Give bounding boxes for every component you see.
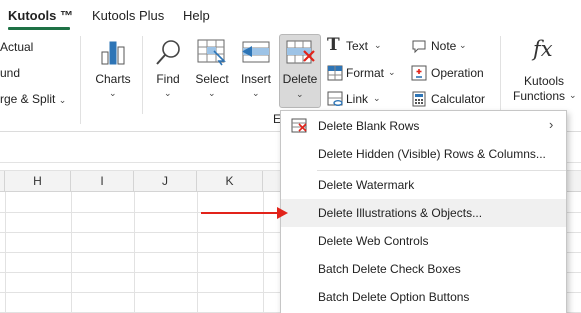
chevron-down-icon: ⌄ <box>296 89 304 99</box>
select-button[interactable]: Select ⌄ <box>191 34 233 108</box>
select-range-icon <box>197 39 226 66</box>
charts-button[interactable]: Charts ⌄ <box>92 34 134 108</box>
note-button[interactable]: Note ⌄ <box>409 36 494 56</box>
menu-item-label: Batch Delete Option Buttons <box>318 290 470 304</box>
group-separator <box>142 36 143 114</box>
delete-rows-icon <box>286 40 315 64</box>
kutools-functions-button[interactable]: fx Kutools Functions ⌄ <box>507 34 581 114</box>
calculator-button[interactable]: Calculator <box>409 89 494 109</box>
tab-kutools[interactable]: Kutools ™ <box>8 8 73 23</box>
chevron-down-icon: ⌄ <box>208 88 216 98</box>
insert-rows-icon <box>242 41 270 63</box>
menu-item-delete-illustrations-objects[interactable]: Delete Illustrations & Objects... <box>281 199 566 227</box>
chevron-down-icon: ⌄ <box>252 88 260 98</box>
chevron-down-icon: ⌄ <box>58 95 67 105</box>
text-icon: T <box>327 35 340 55</box>
menu-item-batch-delete-check-boxes[interactable]: Batch Delete Check Boxes <box>281 255 566 283</box>
ribbon-item-actual[interactable]: Actual <box>0 40 33 54</box>
menu-item-delete-web-controls[interactable]: Delete Web Controls <box>281 227 566 255</box>
delete-dropdown-menu: Delete Blank Rows › Delete Hidden (Visib… <box>280 110 567 313</box>
menu-item-batch-delete-option-buttons[interactable]: Batch Delete Option Buttons <box>281 283 566 311</box>
menu-item-label: Delete Web Controls <box>318 234 429 248</box>
chevron-down-icon: ⌄ <box>374 40 382 50</box>
chevron-down-icon: ⌄ <box>164 88 172 98</box>
menu-item-label: Delete Watermark <box>318 178 415 192</box>
menu-item-delete-hidden-rows-columns[interactable]: Delete Hidden (Visible) Rows & Columns..… <box>281 140 566 168</box>
chevron-down-icon: ⌄ <box>569 90 577 100</box>
annotation-arrow-shaft <box>201 212 279 214</box>
chevron-down-icon: ⌄ <box>373 93 381 103</box>
chevron-down-icon: ⌄ <box>459 40 467 50</box>
calculator-icon <box>412 91 426 107</box>
tab-kutools-plus[interactable]: Kutools Plus <box>92 8 164 23</box>
ribbon-item-round[interactable]: und <box>0 66 20 80</box>
charts-label: Charts <box>95 72 131 86</box>
text-label: Text <box>346 39 369 53</box>
text-button[interactable]: T Text ⌄ <box>325 35 400 56</box>
find-label: Find <box>156 72 180 86</box>
note-icon <box>412 40 426 54</box>
chevron-down-icon: ⌄ <box>109 88 117 98</box>
group-separator <box>80 36 81 124</box>
delete-button[interactable]: Delete ⌄ <box>279 34 321 108</box>
delete-blank-rows-icon <box>291 118 307 133</box>
ribbon-item-merge-split[interactable]: rge & Split ⌄ <box>0 92 66 106</box>
tab-help[interactable]: Help <box>183 8 210 23</box>
link-button[interactable]: Link ⌄ <box>325 89 400 109</box>
insert-button[interactable]: Insert ⌄ <box>236 34 276 108</box>
format-label: Format <box>346 66 385 80</box>
function-fx-icon: fx <box>533 37 553 61</box>
menu-item-label: Delete Illustrations & Objects... <box>318 206 483 220</box>
link-icon <box>327 91 343 106</box>
menu-item-label: Delete Blank Rows <box>318 119 420 133</box>
column-header-k[interactable]: K <box>197 171 263 192</box>
charts-icon <box>101 41 125 65</box>
format-icon <box>327 65 343 81</box>
column-header-j[interactable]: J <box>134 171 197 192</box>
find-button[interactable]: Find ⌄ <box>148 34 188 108</box>
magnifier-icon <box>156 40 180 65</box>
chevron-down-icon: ⌄ <box>388 67 396 77</box>
chevron-right-icon: › <box>549 117 554 132</box>
column-header-h[interactable]: H <box>5 171 71 192</box>
insert-label: Insert <box>240 72 271 86</box>
link-label: Link <box>346 92 369 106</box>
calculator-label: Calculator <box>431 92 486 106</box>
ribbon-item-merge-split-label: rge & Split <box>0 92 56 106</box>
menu-item-delete-blank-rows[interactable]: Delete Blank Rows › <box>281 112 566 140</box>
kutools-functions-label-line1: Kutools <box>523 74 565 88</box>
kutools-functions-label-line2: Functions <box>512 89 566 103</box>
format-button[interactable]: Format ⌄ <box>325 63 400 83</box>
annotation-arrow-head-icon <box>277 207 288 219</box>
menu-item-delete-watermark[interactable]: Delete Watermark <box>281 171 566 199</box>
column-header-i[interactable]: I <box>71 171 134 192</box>
operation-icon <box>411 65 427 81</box>
select-label: Select <box>195 72 229 86</box>
menu-item-label: Delete Hidden (Visible) Rows & Columns..… <box>318 147 546 161</box>
operation-button[interactable]: Operation <box>409 63 494 83</box>
menu-item-label: Batch Delete Check Boxes <box>318 262 461 276</box>
ribbon-tab-bar: Kutools ™ Kutools Plus Help <box>0 0 581 30</box>
note-label: Note <box>431 39 457 53</box>
operation-label: Operation <box>431 66 484 80</box>
delete-label: Delete <box>282 72 318 86</box>
